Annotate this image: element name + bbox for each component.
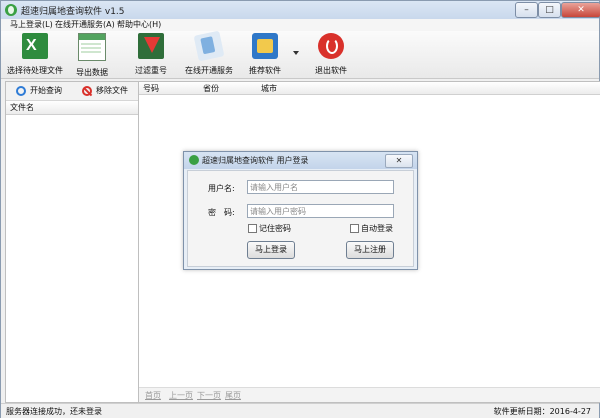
export-data-label: 导出数据 [76, 68, 108, 77]
export-data-button[interactable]: 导出数据 [72, 33, 112, 78]
login-dialog-title: 超速归属地查询软件 用户登录 [202, 156, 309, 165]
password-label: 密 码: [208, 208, 235, 217]
status-bar: 服务器连接成功，还未登录 软件更新日期：2016-4-27 [1, 403, 599, 418]
start-query-label: 开始查询 [30, 86, 62, 95]
connection-status: 服务器连接成功，还未登录 [6, 407, 102, 416]
login-button[interactable]: 马上登录 [247, 241, 295, 259]
next-page-link[interactable]: 下一页 [197, 390, 221, 401]
column-number[interactable]: 号码 [143, 83, 159, 94]
spreadsheet-export-icon [78, 33, 106, 61]
pagination-bar: 首页 上一页 下一页 尾页 [139, 387, 600, 402]
login-form: 用户名: 请输入用户名 密 码: 请输入用户密码 记住密码 自动登录 马上登录 … [187, 170, 414, 267]
column-province[interactable]: 省份 [203, 83, 219, 94]
remember-password-checkbox[interactable] [248, 224, 257, 233]
menu-online-service[interactable]: 在线开通服务(A) [55, 19, 115, 31]
online-service-label: 在线开通服务 [185, 66, 233, 75]
exit-software-label: 退出软件 [315, 66, 347, 75]
recommend-software-button[interactable]: 推荐软件 [247, 33, 283, 76]
chevron-down-icon[interactable] [293, 51, 299, 55]
start-query-button[interactable]: 开始查询 [16, 84, 62, 98]
recommend-software-label: 推荐软件 [249, 66, 281, 75]
login-dialog: 超速归属地查询软件 用户登录 ✕ 用户名: 请输入用户名 密 码: 请输入用户密… [183, 151, 418, 270]
title-bar: 超速归属地查询软件 v1.5 – □ ✕ [1, 1, 600, 19]
magnifier-icon [16, 85, 26, 96]
select-file-label: 选择待处理文件 [7, 66, 63, 75]
last-page-link[interactable]: 尾页 [225, 390, 241, 401]
menu-help-center[interactable]: 帮助中心(H) [117, 19, 161, 31]
toolbar: 选择待处理文件 导出数据 过滤重号 在线开通服务 推荐软件 退出软件 [1, 30, 599, 79]
online-service-icon [193, 30, 225, 62]
filter-duplicates-label: 过滤重号 [135, 66, 167, 75]
login-dialog-close-button[interactable]: ✕ [385, 154, 413, 168]
remember-password-label: 记住密码 [259, 224, 291, 233]
filter-duplicates-icon [138, 33, 164, 59]
main-window: 超速归属地查询软件 v1.5 – □ ✕ 马上登录(L) 在线开通服务(A) 帮… [0, 0, 600, 418]
power-exit-icon [318, 33, 344, 59]
menu-login[interactable]: 马上登录(L) [10, 19, 53, 31]
file-actions-bar: 开始查询 移除文件 [6, 82, 139, 101]
menu-bar: 马上登录(L) 在线开通服务(A) 帮助中心(H) [1, 19, 599, 31]
username-input[interactable]: 请输入用户名 [247, 180, 394, 194]
filter-duplicates-button[interactable]: 过滤重号 [131, 33, 171, 76]
remove-file-button[interactable]: 移除文件 [82, 84, 128, 98]
file-list-panel: 开始查询 移除文件 文件名 [5, 81, 140, 403]
auto-login-label: 自动登录 [361, 224, 393, 233]
login-dialog-titlebar: 超速归属地查询软件 用户登录 ✕ [184, 152, 417, 169]
minimize-button[interactable]: – [515, 2, 538, 18]
app-logo-icon [5, 4, 17, 16]
exit-software-button[interactable]: 退出软件 [313, 33, 349, 76]
username-label: 用户名: [208, 184, 235, 193]
excel-file-icon [22, 33, 48, 59]
password-input[interactable]: 请输入用户密码 [247, 204, 394, 218]
remove-file-label: 移除文件 [96, 86, 128, 95]
select-file-button[interactable]: 选择待处理文件 [7, 33, 63, 76]
update-date: 软件更新日期：2016-4-27 [493, 407, 591, 416]
filename-header-label: 文件名 [10, 103, 34, 112]
column-city[interactable]: 城市 [261, 83, 277, 94]
window-title: 超速归属地查询软件 v1.5 [21, 7, 125, 17]
filename-column-header[interactable]: 文件名 [6, 101, 139, 115]
results-table-header: 号码 省份 城市 [139, 82, 600, 95]
close-button[interactable]: ✕ [561, 2, 600, 18]
first-page-link[interactable]: 首页 [145, 390, 161, 401]
prohibited-icon [82, 85, 92, 96]
prev-page-link[interactable]: 上一页 [169, 390, 193, 401]
auto-login-checkbox[interactable] [350, 224, 359, 233]
register-button[interactable]: 马上注册 [346, 241, 394, 259]
online-service-button[interactable]: 在线开通服务 [184, 30, 234, 76]
recommend-software-icon [252, 33, 278, 59]
maximize-button[interactable]: □ [538, 2, 561, 18]
app-logo-icon [189, 155, 199, 165]
